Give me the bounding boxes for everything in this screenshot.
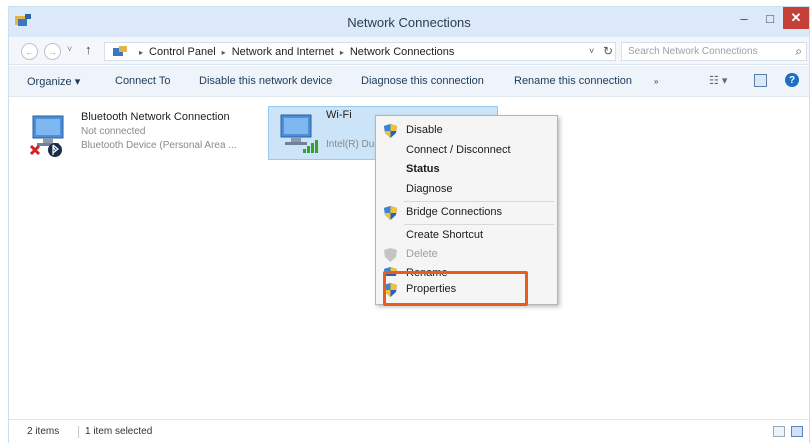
organize-button[interactable]: Organize ▾: [27, 75, 80, 88]
uac-shield-icon: [384, 124, 397, 138]
forward-button[interactable]: →: [44, 43, 61, 60]
breadcrumb-separator[interactable]: ▸: [340, 48, 344, 57]
title-bar[interactable]: Network Connections – □ ✕: [9, 7, 809, 37]
command-bar: Organize ▾ Connect To Disable this netwo…: [9, 66, 809, 97]
search-input[interactable]: Search Network Connections ⌕: [621, 42, 807, 61]
maximize-button[interactable]: □: [757, 7, 783, 29]
menu-label: Delete: [406, 248, 438, 260]
up-button[interactable]: ↑: [85, 42, 92, 57]
uac-shield-icon: [384, 248, 397, 262]
network-connections-window: Network Connections – □ ✕ ← → ˅ ↑ ▸ Cont…: [8, 6, 810, 443]
bluetooth-network-adapter-icon: [29, 115, 64, 157]
selection-count: 1 item selected: [85, 426, 153, 437]
close-button[interactable]: ✕: [783, 7, 809, 29]
connection-name: Bluetooth Network Connection: [81, 111, 230, 123]
status-bar: 2 items 1 item selected: [9, 419, 809, 443]
details-view-icon[interactable]: [773, 426, 785, 437]
search-placeholder: Search Network Connections: [628, 46, 758, 57]
large-icons-view-icon[interactable]: [791, 426, 803, 437]
menu-item-disable[interactable]: Disable: [376, 121, 557, 141]
menu-item-diagnose[interactable]: Diagnose: [376, 180, 557, 200]
menu-label: Create Shortcut: [406, 229, 484, 241]
menu-label: Bridge Connections: [406, 206, 503, 218]
breadcrumb-network-and-internet[interactable]: Network and Internet: [232, 46, 334, 58]
connect-to-button[interactable]: Connect To: [115, 75, 170, 87]
menu-item-connect-disconnect[interactable]: Connect / Disconnect: [376, 141, 557, 161]
wifi-network-adapter-icon: [280, 114, 318, 153]
disable-device-button[interactable]: Disable this network device: [199, 75, 332, 87]
item-count: 2 items: [27, 426, 60, 437]
menu-item-status[interactable]: Status: [376, 160, 557, 180]
connections-list: Bluetooth Network Connection Not connect…: [9, 98, 809, 418]
more-commands-icon[interactable]: »: [654, 77, 658, 86]
breadcrumb: ▸ Control Panel ▸ Network and Internet ▸…: [133, 46, 454, 58]
recent-locations-dropdown[interactable]: ˅: [67, 44, 72, 54]
menu-label: Connect / Disconnect: [406, 144, 511, 156]
breadcrumb-control-panel[interactable]: Control Panel: [149, 46, 216, 58]
window-title: Network Connections: [347, 15, 471, 30]
rename-connection-button[interactable]: Rename this connection: [514, 75, 632, 87]
minimize-button[interactable]: –: [731, 7, 757, 29]
uac-shield-icon: [384, 206, 397, 220]
search-icon[interactable]: ⌕: [795, 44, 802, 59]
refresh-icon[interactable]: ↻: [603, 44, 613, 58]
menu-label: Disable: [406, 124, 443, 136]
connection-status: Not connected: [81, 126, 146, 137]
change-view-icon[interactable]: ☷ ▾: [709, 74, 735, 88]
diagnose-connection-button[interactable]: Diagnose this connection: [361, 75, 484, 87]
menu-label: Diagnose: [406, 183, 453, 195]
address-dropdown-icon[interactable]: ˅: [589, 46, 594, 56]
properties-highlight-box: [383, 271, 528, 306]
breadcrumb-network-connections[interactable]: Network Connections: [350, 46, 455, 58]
connection-name: Wi-Fi: [326, 109, 352, 121]
connection-item-bluetooth[interactable]: Bluetooth Network Connection Not connect…: [19, 108, 259, 166]
menu-item-bridge-connections[interactable]: Bridge Connections: [376, 203, 557, 223]
status-divider: [78, 426, 79, 438]
menu-item-create-shortcut[interactable]: Create Shortcut: [376, 226, 557, 246]
preview-pane-icon[interactable]: [754, 74, 767, 87]
menu-separator: [404, 224, 554, 225]
connection-device: Bluetooth Device (Personal Area ...: [81, 140, 237, 151]
menu-label: Status: [406, 163, 440, 175]
back-button[interactable]: ←: [21, 43, 38, 60]
address-bar[interactable]: ▸ Control Panel ▸ Network and Internet ▸…: [104, 42, 616, 61]
menu-item-delete: Delete: [376, 245, 557, 265]
connection-device: Intel(R) Dua: [326, 139, 380, 150]
control-panel-icon: [113, 46, 127, 56]
breadcrumb-separator[interactable]: ▸: [222, 48, 226, 57]
menu-separator: [404, 201, 554, 202]
breadcrumb-separator: ▸: [139, 47, 144, 57]
navigation-bar: ← → ˅ ↑ ▸ Control Panel ▸ Network and In…: [9, 37, 809, 65]
help-icon[interactable]: ?: [785, 73, 799, 87]
